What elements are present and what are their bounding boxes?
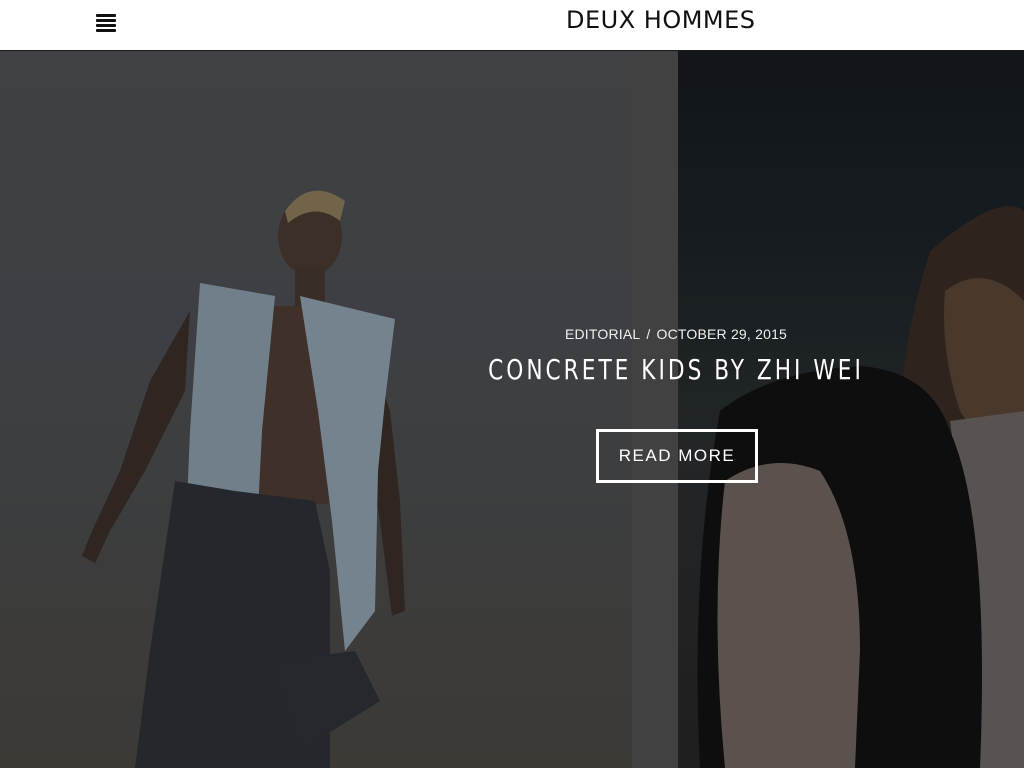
post-category-link[interactable]: EDITORIAL xyxy=(565,326,640,342)
post-title[interactable]: CONCRETE KIDS BY ZHI WEI xyxy=(95,353,1024,386)
site-logo[interactable]: DEUX HOMMES xyxy=(566,6,756,34)
post-meta: EDITORIAL / OCTOBER 29, 2015 xyxy=(0,326,1024,342)
hero-slider: EDITORIAL / OCTOBER 29, 2015 CONCRETE KIDS… xyxy=(0,51,1024,768)
post-date: OCTOBER 29, 2015 xyxy=(656,326,788,342)
read-more-button[interactable]: READ MORE xyxy=(596,429,758,483)
hero-dark-overlay xyxy=(0,51,1024,768)
meta-separator: / xyxy=(646,326,651,342)
site-header: DEUX HOMMES xyxy=(0,0,1024,51)
hamburger-menu-icon[interactable] xyxy=(96,13,118,33)
